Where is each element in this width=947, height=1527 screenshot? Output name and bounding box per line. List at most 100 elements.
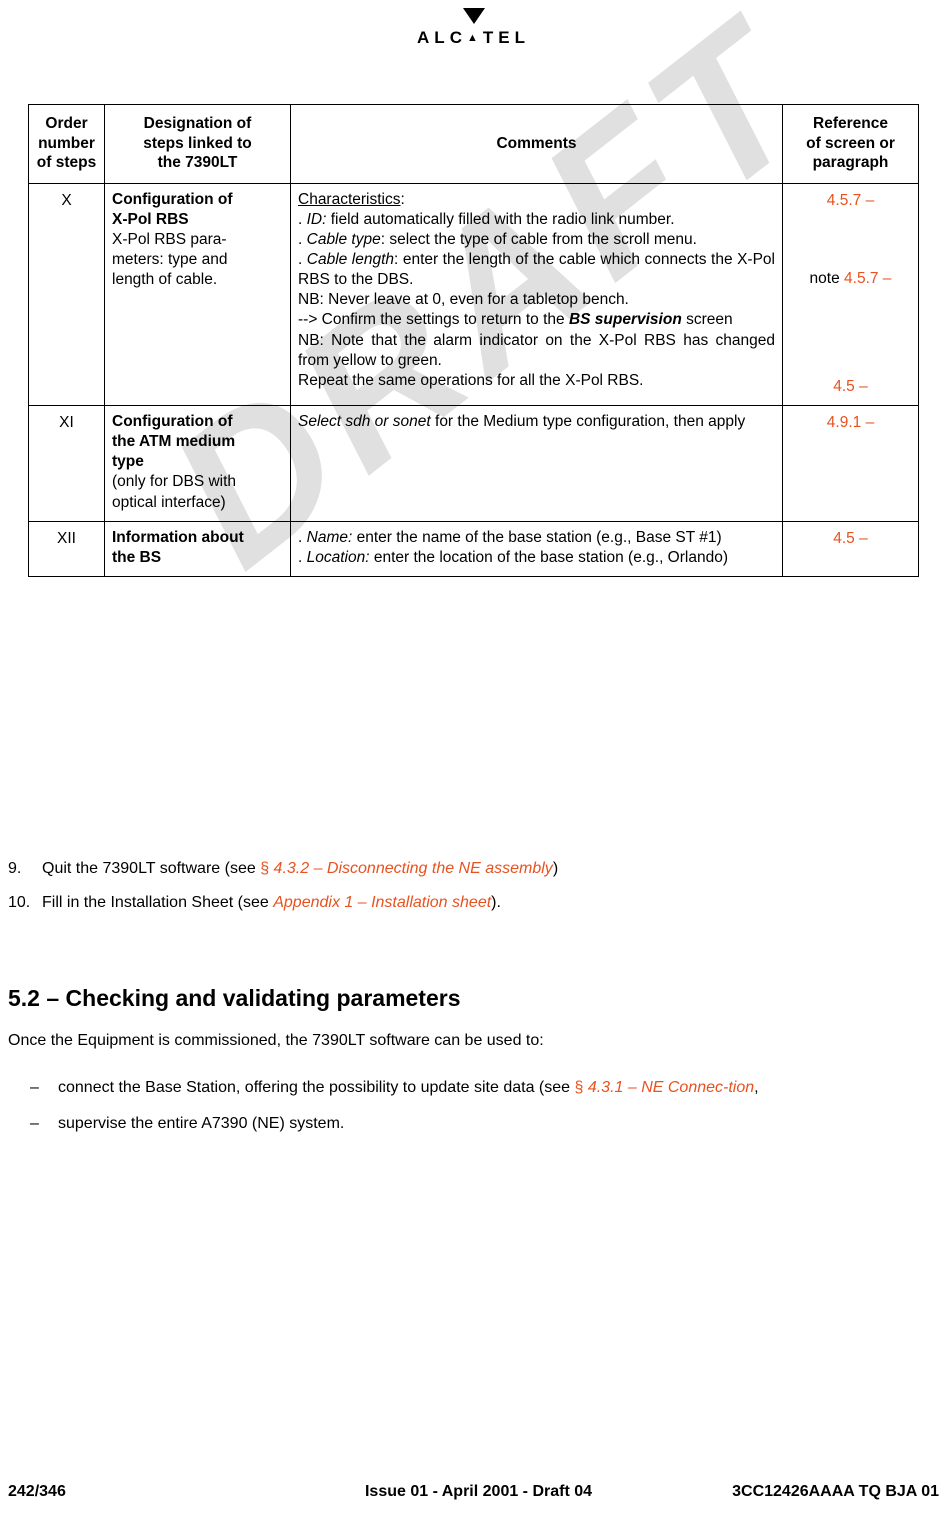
brand-letter-e: E bbox=[498, 28, 515, 47]
row-designation-x-bold-l2: X-Pol RBS bbox=[112, 210, 189, 228]
comment-line-repeat: Repeat the same operations for all the X… bbox=[298, 371, 644, 389]
col-header-reference: Reference of screen or paragraph bbox=[782, 104, 919, 184]
list-item-number-9: 9. bbox=[8, 860, 22, 877]
step10-post: ). bbox=[491, 893, 501, 911]
row-order-xi: XI bbox=[28, 404, 105, 522]
section-bullet-list: – connect the Base Station, offering the… bbox=[8, 1077, 938, 1149]
location-text: enter the location of the base station (… bbox=[369, 548, 728, 566]
row-designation-x: Configuration of X-Pol RBS X-Pol RBS par… bbox=[104, 182, 291, 406]
cable-type-text: : select the type of cable from the scro… bbox=[380, 230, 697, 248]
id-text: field automatically filled with the radi… bbox=[326, 210, 675, 228]
step9-section-symbol: § bbox=[260, 860, 274, 877]
bullet-text-1: connect the Base Station, offering the p… bbox=[58, 1077, 938, 1099]
row-reference-x-l3: 4.5 – bbox=[833, 377, 868, 395]
id-term: ID: bbox=[306, 210, 327, 228]
comment-line-confirm: --> Confirm the settings to return to th… bbox=[298, 310, 775, 330]
name-text: enter the name of the base station (e.g.… bbox=[352, 528, 722, 546]
bullet1-section-symbol: § bbox=[574, 1079, 588, 1096]
list-item: 9. Quit the 7390LT software (see § 4.3.2… bbox=[8, 858, 928, 880]
row-designation-xi-l2: optical interface) bbox=[112, 493, 226, 511]
cable-type-bullet: . bbox=[298, 230, 307, 248]
row-designation-xii-bold-l1: Information about bbox=[112, 528, 244, 546]
row-designation-xi-bold-l3: type bbox=[112, 453, 144, 471]
list-item: – supervise the entire A7390 (NE) system… bbox=[8, 1113, 938, 1135]
col-header-order: Order number of steps bbox=[28, 104, 105, 184]
bullet1-pre: connect the Base Station, offering the p… bbox=[58, 1079, 575, 1096]
down-triangle-icon bbox=[462, 8, 485, 24]
table-header-row: Order number of steps Designation of ste… bbox=[28, 104, 919, 184]
name-bullet: . bbox=[298, 528, 307, 546]
row-designation-x-bold-l1: Configuration of bbox=[112, 190, 233, 208]
row-reference-xi: 4.9.1 – bbox=[782, 404, 919, 522]
row-designation-xi-bold-l1: Configuration of bbox=[112, 412, 233, 430]
characteristics-label: Characteristics bbox=[298, 190, 401, 208]
row-designation-xii-bold-l2: the BS bbox=[112, 548, 162, 566]
medium-type-text: for the Medium type configuration, then … bbox=[430, 412, 746, 430]
row-order-xii: XII bbox=[28, 520, 105, 577]
page-footer: 242/346 Issue 01 - April 2001 - Draft 04… bbox=[0, 1483, 947, 1505]
location-term: Location: bbox=[306, 548, 370, 566]
list-item: – connect the Base Station, offering the… bbox=[8, 1077, 938, 1099]
step10-pre: Fill in the Installation Sheet (see bbox=[42, 893, 274, 911]
list-item-text-10: Fill in the Installation Sheet (see Appe… bbox=[42, 892, 501, 914]
triangle-icon: ▲ bbox=[466, 32, 483, 44]
section-heading: 5.2 – Checking and validating parameters bbox=[8, 985, 461, 1011]
row-designation-xi: Configuration of the ATM medium type (on… bbox=[104, 404, 291, 522]
row-reference-x-l1: 4.5.7 – bbox=[826, 191, 875, 209]
row-reference-xii-l1: 4.5 – bbox=[833, 529, 868, 547]
brand-letter-l1: L bbox=[434, 28, 450, 47]
bullet-dash-2: – bbox=[30, 1115, 39, 1133]
row-reference-x-l2-prefix: note bbox=[809, 269, 845, 287]
comment-line-cable-type: . Cable type: select the type of cable f… bbox=[298, 230, 775, 250]
list-item: 10. Fill in the Installation Sheet (see … bbox=[8, 892, 928, 914]
comment-line-cable-length: . Cable length: enter the length of the … bbox=[298, 250, 775, 290]
row-designation-x-l2: meters: type and bbox=[112, 250, 228, 268]
bs-supervision-term: BS supervision bbox=[568, 311, 682, 329]
cable-length-term: Cable length bbox=[306, 250, 395, 268]
medium-type-term: Select sdh or sonet bbox=[298, 412, 431, 430]
step10-cross-reference[interactable]: Appendix 1 – Installation sheet bbox=[273, 894, 491, 911]
brand-letter-l2: L bbox=[514, 28, 530, 47]
comment-line-nb1: NB: Never leave at 0, even for a tableto… bbox=[298, 291, 629, 309]
row-reference-xii: 4.5 – bbox=[782, 520, 919, 577]
col-header-reference-l3: paragraph bbox=[812, 154, 889, 172]
col-header-designation: Designation of steps linked to the 7390L… bbox=[104, 104, 291, 184]
row-comments-xii: . Name: enter the name of the base stati… bbox=[290, 520, 783, 577]
step9-cross-reference[interactable]: 4.3.2 – Disconnecting the NE assembly bbox=[274, 860, 553, 877]
bullet1-cross-reference[interactable]: 4.3.1 – NE Connec-tion bbox=[588, 1079, 754, 1096]
row-designation-xi-bold-l2: the ATM medium bbox=[112, 433, 236, 451]
bullet-dash-1: – bbox=[30, 1079, 39, 1096]
col-header-designation-l1: Designation of bbox=[143, 115, 252, 132]
row-designation-xii: Information about the BS bbox=[104, 520, 291, 577]
footer-doc-code: 3CC12426AAAA TQ BJA 01 bbox=[732, 1483, 939, 1500]
row-reference-x-l2-value: 4.5.7 – bbox=[844, 269, 892, 287]
brand-letter-a1: A bbox=[417, 28, 435, 47]
row-designation-x-l3: length of cable. bbox=[112, 271, 218, 289]
row-reference-x-l2: note 4.5.7 – bbox=[790, 269, 911, 289]
row-designation-x-l1: X-Pol RBS para- bbox=[112, 230, 227, 248]
col-header-comments: Comments bbox=[290, 104, 783, 184]
comment-line-id: . ID: field automatically filled with th… bbox=[298, 210, 775, 230]
row-designation-xi-l1: (only for DBS with bbox=[112, 473, 237, 491]
comment-line-location: . Location: enter the location of the ba… bbox=[298, 548, 775, 568]
list-item-number-10: 10. bbox=[8, 893, 31, 911]
row-order-x: X bbox=[28, 182, 105, 406]
col-header-designation-l3: the 7390LT bbox=[157, 154, 238, 172]
bullet-text-2: supervise the entire A7390 (NE) system. bbox=[58, 1115, 345, 1133]
location-bullet: . bbox=[298, 548, 307, 566]
name-term: Name: bbox=[306, 528, 353, 546]
step9-post: ) bbox=[552, 860, 559, 877]
comment-line-characteristics: Characteristics: bbox=[298, 190, 775, 210]
step9-pre: Quit the 7390LT software (see bbox=[42, 860, 261, 877]
section-intro-paragraph: Once the Equipment is commissioned, the … bbox=[8, 1032, 544, 1049]
confirm-pre: --> Confirm the settings to return to th… bbox=[298, 311, 569, 329]
col-header-reference-l2: of screen or bbox=[806, 134, 895, 152]
row-comments-xi: Select sdh or sonet for the Medium type … bbox=[290, 404, 783, 522]
col-header-order-l1: Order bbox=[45, 115, 88, 132]
row-reference-x: 4.5.7 – note 4.5.7 – 4.5 – bbox=[782, 182, 919, 406]
row-comments-x: Characteristics: . ID: field automatical… bbox=[290, 182, 783, 406]
cable-type-term: Cable type bbox=[306, 230, 381, 248]
table-row: XII Information about the BS . Name: ent… bbox=[28, 520, 919, 577]
bullet1-post: , bbox=[754, 1079, 759, 1096]
col-header-order-l3: of steps bbox=[36, 154, 97, 172]
